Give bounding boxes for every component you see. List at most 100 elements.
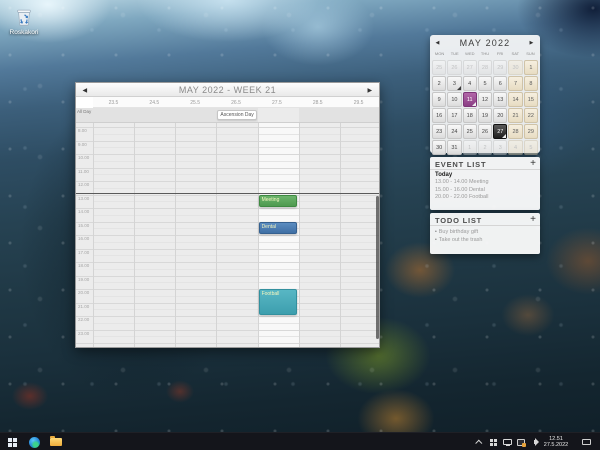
tray-overflow-button[interactable] bbox=[473, 433, 485, 450]
day-tile[interactable]: 28 bbox=[478, 60, 492, 75]
day-tile[interactable]: 24 bbox=[447, 124, 461, 139]
day-tile[interactable]: 2 bbox=[478, 140, 492, 155]
sync-tray-button[interactable] bbox=[515, 433, 527, 450]
day-tile[interactable]: 5 bbox=[524, 140, 538, 155]
day-tile[interactable]: 12 bbox=[478, 92, 492, 107]
todo-list-title: TODO LIST bbox=[435, 216, 482, 225]
day-tile[interactable]: 8 bbox=[524, 76, 538, 91]
day-tile[interactable]: 27 bbox=[463, 60, 477, 75]
day-tile[interactable]: 29 bbox=[493, 60, 507, 75]
day-tile[interactable]: 25 bbox=[432, 60, 446, 75]
speaker-icon bbox=[534, 440, 537, 444]
day-tile[interactable]: 18 bbox=[463, 108, 477, 123]
prev-week-icon[interactable]: ◀ bbox=[78, 83, 92, 97]
day-tile[interactable]: 10 bbox=[447, 92, 461, 107]
day-tile[interactable]: 26 bbox=[447, 60, 461, 75]
hour-line bbox=[76, 141, 379, 142]
day-tile-selected[interactable]: 11 bbox=[463, 92, 477, 107]
next-week-icon[interactable]: ▶ bbox=[363, 83, 377, 97]
touch-keyboard-button[interactable] bbox=[578, 433, 594, 450]
week-view-title: MAY 2022 - WEEK 21 bbox=[179, 85, 276, 95]
day-tile-today[interactable]: 27 bbox=[493, 124, 507, 139]
day-tile[interactable]: 26 bbox=[478, 124, 492, 139]
day-tile[interactable]: 30 bbox=[432, 140, 446, 155]
next-month-icon[interactable]: ▶ bbox=[525, 35, 539, 51]
day-tile[interactable]: 30 bbox=[508, 60, 522, 75]
add-event-icon[interactable]: + bbox=[530, 158, 536, 169]
hour-line bbox=[76, 181, 379, 182]
week-scrollbar[interactable] bbox=[376, 196, 379, 339]
day-tile[interactable]: 6 bbox=[493, 76, 507, 91]
all-day-event[interactable]: Ascension Day bbox=[217, 110, 256, 120]
week-grid: 8.009.0010.0011.0012.0013.0014.0015.0016… bbox=[76, 123, 379, 347]
day-tile[interactable]: 3 bbox=[447, 76, 461, 91]
chevron-up-icon bbox=[475, 439, 482, 446]
event-group-label: Today bbox=[435, 172, 535, 178]
column-divider bbox=[134, 123, 135, 347]
add-todo-icon[interactable]: + bbox=[530, 214, 536, 225]
hour-label: 23.00 bbox=[78, 331, 92, 336]
day-tile[interactable]: 2 bbox=[432, 76, 446, 91]
day-tile[interactable]: 22 bbox=[524, 108, 538, 123]
half-hour-line bbox=[93, 174, 379, 175]
todo-list-panel: TODO LIST + •Buy birthday gift•Take out … bbox=[430, 213, 540, 254]
prev-month-icon[interactable]: ◀ bbox=[431, 35, 445, 51]
half-hour-line bbox=[93, 161, 379, 162]
volume-tray-button[interactable] bbox=[529, 433, 541, 450]
hour-label: 20.00 bbox=[78, 290, 92, 295]
tray-apps-button[interactable] bbox=[487, 433, 499, 450]
column-divider bbox=[299, 123, 300, 347]
day-tile[interactable]: 20 bbox=[493, 108, 507, 123]
calendar-event[interactable]: Football bbox=[259, 289, 297, 315]
week-view-titlebar[interactable]: ◀ MAY 2022 - WEEK 21 ▶ bbox=[76, 83, 379, 97]
hour-label: 13.00 bbox=[78, 196, 92, 201]
day-tile[interactable]: 25 bbox=[463, 124, 477, 139]
day-column-label: 28.5 bbox=[297, 97, 338, 107]
weekday-label: WED bbox=[462, 51, 477, 59]
clock-date: 27.5.2022 bbox=[544, 442, 568, 449]
bullet-icon: • bbox=[435, 229, 437, 235]
day-tile[interactable]: 19 bbox=[478, 108, 492, 123]
day-tile[interactable]: 16 bbox=[432, 108, 446, 123]
day-tile[interactable]: 1 bbox=[524, 60, 538, 75]
day-tile[interactable]: 5 bbox=[478, 76, 492, 91]
day-tile[interactable]: 15 bbox=[524, 92, 538, 107]
event-list-item[interactable]: 20.00 - 22.00 Football bbox=[435, 194, 535, 202]
edge-icon bbox=[29, 437, 40, 448]
file-explorer-button[interactable] bbox=[46, 433, 66, 450]
edge-browser-button[interactable] bbox=[24, 433, 44, 450]
day-tile[interactable]: 4 bbox=[463, 76, 477, 91]
month-header: ◀ MAY 2022 ▶ bbox=[430, 35, 540, 51]
todo-list-item[interactable]: •Buy birthday gift bbox=[435, 228, 535, 236]
start-button[interactable] bbox=[2, 433, 22, 450]
half-hour-line bbox=[93, 296, 379, 297]
half-hour-line bbox=[93, 228, 379, 229]
day-tile[interactable]: 13 bbox=[493, 92, 507, 107]
desktop-icon-recycle-bin[interactable]: Roskakori bbox=[0, 6, 48, 36]
day-tile[interactable]: 31 bbox=[447, 140, 461, 155]
day-tile[interactable]: 9 bbox=[432, 92, 446, 107]
taskbar-clock[interactable]: 12.51 27.5.2022 bbox=[541, 433, 571, 450]
calendar-event[interactable]: Dental bbox=[259, 222, 297, 235]
day-tile[interactable]: 14 bbox=[508, 92, 522, 107]
day-tile[interactable]: 7 bbox=[508, 76, 522, 91]
hour-label: 21.00 bbox=[78, 304, 92, 309]
windows-logo-icon bbox=[8, 438, 17, 447]
day-tile[interactable]: 1 bbox=[463, 140, 477, 155]
day-tile[interactable]: 29 bbox=[524, 124, 538, 139]
day-tile[interactable]: 21 bbox=[508, 108, 522, 123]
event-list-item[interactable]: 15.00 - 16.00 Dental bbox=[435, 187, 535, 195]
day-tile[interactable]: 4 bbox=[508, 140, 522, 155]
todo-list-item[interactable]: •Take out the trash bbox=[435, 236, 535, 244]
half-hour-line bbox=[93, 147, 379, 148]
bullet-icon: • bbox=[435, 237, 437, 243]
calendar-event[interactable]: Meeting bbox=[259, 195, 297, 208]
taskbar: 12.51 27.5.2022 bbox=[0, 432, 600, 450]
day-tile[interactable]: 17 bbox=[447, 108, 461, 123]
network-tray-button[interactable] bbox=[501, 433, 513, 450]
day-tile[interactable]: 3 bbox=[493, 140, 507, 155]
day-tile[interactable]: 23 bbox=[432, 124, 446, 139]
day-tile[interactable]: 28 bbox=[508, 124, 522, 139]
event-list-item[interactable]: 13.00 - 14.00 Meeting bbox=[435, 179, 535, 187]
today-column-highlight bbox=[258, 108, 299, 122]
